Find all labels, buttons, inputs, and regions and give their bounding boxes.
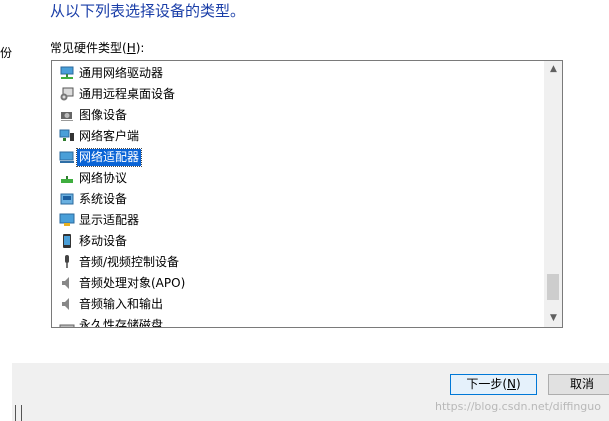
list-item-label: 图像设备	[79, 108, 128, 122]
hardware-type-label-tail: ):	[135, 41, 145, 55]
list-item-label: 音频/视频控制设备	[79, 255, 180, 269]
instruction-heading: 从以下列表选择设备的类型。	[50, 2, 246, 20]
list-item[interactable]: 网络客户端	[52, 126, 545, 147]
list-item-label: 显示适配器	[79, 213, 140, 227]
vertical-scrollbar[interactable]: ▲ ▼	[544, 61, 562, 327]
storage-disk-icon	[59, 317, 75, 327]
display-adapter-icon	[59, 212, 75, 228]
network-adapter-icon	[59, 149, 75, 165]
audio-video-controller-icon	[59, 254, 75, 270]
list-item[interactable]: 系统设备	[52, 189, 545, 210]
list-item[interactable]: 音频/视频控制设备	[52, 252, 545, 273]
scroll-down-icon[interactable]: ▼	[545, 310, 562, 327]
list-item-label: 网络协议	[79, 171, 128, 185]
list-item[interactable]: 图像设备	[52, 105, 545, 126]
list-item-label: 通用远程桌面设备	[79, 87, 176, 101]
truncated-left-text: 份	[0, 46, 13, 60]
network-drive-icon	[59, 65, 75, 81]
hardware-type-label-text: 常见硬件类型(	[50, 41, 127, 55]
system-device-icon	[59, 191, 75, 207]
network-protocol-icon	[59, 170, 75, 186]
hardware-type-items: 通用网络驱动器 通用远程桌面设备 图像设备网络客户端网络适配器网络协议系统设备显示适…	[52, 63, 545, 328]
watermark: https://blog.csdn.net/diffinguo	[435, 400, 601, 413]
scroll-up-icon[interactable]: ▲	[545, 61, 562, 78]
speaker-icon	[59, 296, 75, 312]
list-item-label: 永久性存储磁盘	[79, 318, 164, 328]
list-item-label: 音频输入和输出	[79, 297, 164, 311]
list-item[interactable]: 音频输入和输出	[52, 294, 545, 315]
list-item-label: 通用网络驱动器	[79, 66, 164, 80]
list-item-label: 网络客户端	[79, 129, 140, 143]
next-button-tail: )	[515, 377, 521, 391]
list-item-label: 网络适配器	[75, 148, 143, 167]
list-item[interactable]: 永久性存储磁盘	[52, 315, 545, 328]
list-item-label: 系统设备	[79, 192, 128, 206]
list-item[interactable]: 音频处理对象(APO)	[52, 273, 545, 294]
hardware-type-listbox[interactable]: 通用网络驱动器 通用远程桌面设备 图像设备网络客户端网络适配器网络协议系统设备显示适…	[51, 60, 563, 328]
text-cursor-icon	[15, 405, 22, 421]
next-button-text: 下一步(	[466, 377, 507, 391]
scrollbar-thumb[interactable]	[547, 274, 559, 300]
list-item[interactable]: 通用远程桌面设备	[52, 84, 545, 105]
camera-icon	[59, 107, 75, 123]
mobile-device-icon	[59, 233, 75, 249]
list-item[interactable]: 显示适配器	[52, 210, 545, 231]
hardware-type-label-accel: H	[126, 41, 136, 55]
remote-desktop-icon	[59, 86, 75, 102]
cancel-button[interactable]: 取消	[548, 374, 609, 395]
speaker-icon	[59, 275, 75, 291]
network-client-icon	[59, 128, 75, 144]
list-item[interactable]: 网络协议	[52, 168, 545, 189]
hardware-type-label: 常见硬件类型(H):	[50, 40, 144, 56]
next-button-accel: N	[507, 377, 516, 391]
list-item[interactable]: 通用网络驱动器	[52, 63, 545, 84]
list-item[interactable]: 网络适配器	[52, 147, 545, 168]
list-item-label: 移动设备	[79, 234, 128, 248]
next-button[interactable]: 下一步(N)	[450, 374, 537, 395]
list-item[interactable]: 移动设备	[52, 231, 545, 252]
list-item-label: 音频处理对象(APO)	[79, 276, 186, 290]
